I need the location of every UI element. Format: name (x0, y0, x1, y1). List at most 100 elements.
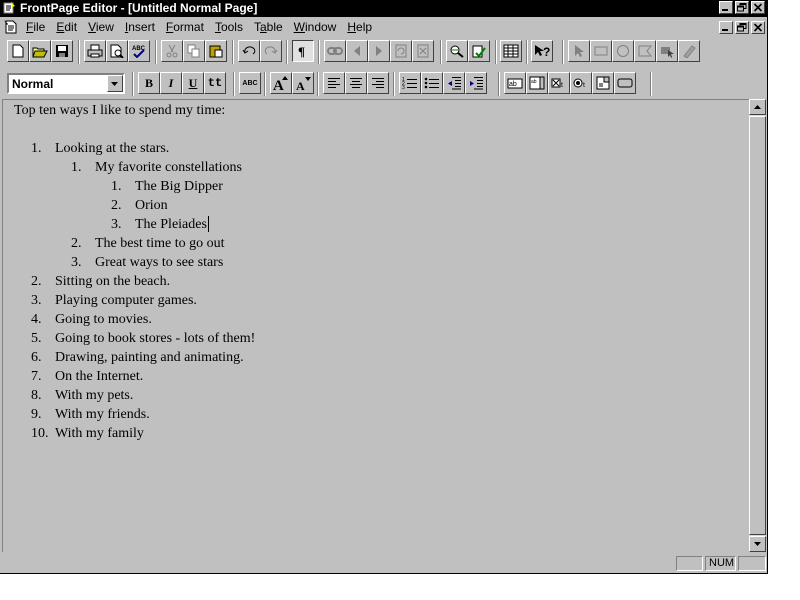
minimize-button[interactable] (719, 1, 733, 14)
printer-icon (87, 44, 103, 58)
help-button[interactable]: ? (531, 40, 553, 62)
menu-file[interactable]: File (26, 20, 45, 35)
style-dropdown-arrow[interactable] (107, 75, 123, 92)
underline-label: U (188, 75, 198, 90)
decrease-indent-button[interactable] (443, 72, 465, 94)
print-button[interactable] (84, 40, 106, 62)
list-item-number: 2. (31, 274, 42, 289)
scrolling-text-box-button[interactable]: ab (526, 72, 548, 94)
select-tool-button[interactable] (568, 40, 590, 62)
editor-page-area[interactable]: Top ten ways I like to spend my time: 1.… (2, 99, 750, 552)
restore-icon (737, 23, 747, 32)
style-dropdown[interactable]: Normal (7, 73, 125, 94)
status-panel-empty (676, 556, 703, 571)
list-item-text: Great ways to see stars (95, 255, 224, 270)
outdent-icon (448, 77, 461, 90)
cut-button[interactable] (161, 40, 183, 62)
align-right-button[interactable] (367, 72, 389, 94)
insert-table-button[interactable] (500, 40, 522, 62)
italic-button[interactable]: I (160, 72, 182, 94)
menu-format[interactable]: Format (166, 20, 204, 35)
save-button[interactable] (51, 40, 73, 62)
bulleted-list-button[interactable] (421, 72, 443, 94)
copy-button[interactable] (183, 40, 205, 62)
menu-window[interactable]: Window (294, 20, 337, 35)
list-item-number: 3. (111, 217, 122, 232)
push-button-icon (617, 78, 633, 88)
decrease-text-size-button[interactable]: A (292, 72, 314, 94)
menu-edit[interactable]: Edit (56, 20, 77, 35)
show-paragraph-marks-button[interactable]: ¶ (292, 40, 314, 62)
polygon-tool-button[interactable] (634, 40, 656, 62)
menu-view[interactable]: View (88, 20, 114, 35)
paste-clipboard-icon (209, 45, 223, 58)
svg-text:?: ? (543, 45, 550, 58)
menu-table[interactable]: Table (254, 20, 283, 35)
restore-icon (737, 3, 747, 12)
restore-button[interactable] (735, 1, 749, 14)
menu-help[interactable]: Help (347, 20, 372, 35)
bold-button[interactable]: B (138, 72, 160, 94)
list-item-number: 2. (111, 198, 122, 213)
underline-button[interactable]: U (182, 72, 204, 94)
scissors-icon (166, 44, 178, 58)
list-item-text: Going to movies. (55, 312, 152, 327)
menu-insert[interactable]: Insert (125, 20, 155, 35)
explorer-icon (450, 45, 464, 58)
align-left-button[interactable] (323, 72, 345, 94)
menu-tools[interactable]: Tools (215, 20, 243, 35)
push-button-button[interactable] (614, 72, 636, 94)
rectangle-tool-button[interactable] (590, 40, 612, 62)
doc-restore-button[interactable] (735, 21, 749, 34)
close-button[interactable] (751, 1, 765, 14)
increase-text-size-button[interactable]: A (270, 72, 292, 94)
one-line-text-box-button[interactable]: ab (504, 72, 526, 94)
scrollbar-thumb[interactable] (749, 116, 766, 535)
paste-button[interactable] (205, 40, 227, 62)
fixed-width-label: tt (207, 76, 223, 90)
textbox-icon: ab (507, 78, 523, 89)
list-item-number: 3. (31, 293, 42, 308)
show-explorer-button[interactable] (446, 40, 468, 62)
help-pointer-icon: ? (535, 45, 550, 58)
open-button[interactable] (29, 40, 51, 62)
list-item-number: 7. (31, 369, 42, 384)
drop-down-menu-button[interactable] (592, 72, 614, 94)
chain-link-icon (327, 47, 343, 55)
increase-indent-button[interactable] (465, 72, 487, 94)
new-page-button[interactable] (7, 40, 29, 62)
numbered-list-button[interactable]: 123 (399, 72, 421, 94)
align-left-icon (328, 78, 340, 88)
stop-button[interactable] (412, 40, 434, 62)
hyperlink-button[interactable] (324, 40, 346, 62)
make-transparent-button[interactable] (678, 40, 700, 62)
undo-button[interactable] (238, 40, 260, 62)
list-item-number: 5. (31, 331, 42, 346)
spelling-button[interactable]: ABC (128, 40, 150, 62)
align-center-button[interactable] (345, 72, 367, 94)
refresh-button[interactable] (390, 40, 412, 62)
document-icon[interactable] (4, 20, 18, 34)
scroll-up-button[interactable] (749, 99, 766, 115)
circle-tool-button[interactable] (612, 40, 634, 62)
highlight-hotspots-button[interactable] (656, 40, 678, 62)
scroll-down-button[interactable] (749, 536, 766, 552)
svg-text:A: A (296, 79, 305, 91)
font-size-up-icon: A (273, 76, 288, 91)
forward-button[interactable] (368, 40, 390, 62)
fixed-width-button[interactable]: tt (204, 72, 226, 94)
doc-minimize-button[interactable] (719, 21, 733, 34)
list-item-number: 3. (71, 255, 82, 270)
text-color-button[interactable]: ABC (239, 72, 261, 94)
back-button[interactable] (346, 40, 368, 62)
print-preview-button[interactable] (106, 40, 128, 62)
redo-button[interactable] (260, 40, 282, 62)
show-to-do-list-button[interactable] (468, 40, 490, 62)
vertical-scrollbar[interactable] (749, 99, 766, 552)
check-box-button[interactable]: t (548, 72, 570, 94)
align-right-icon (372, 78, 384, 88)
redo-icon (264, 46, 278, 55)
abc-label: ABC (242, 79, 258, 87)
radio-button-button[interactable]: t (570, 72, 592, 94)
doc-close-button[interactable] (751, 21, 765, 34)
